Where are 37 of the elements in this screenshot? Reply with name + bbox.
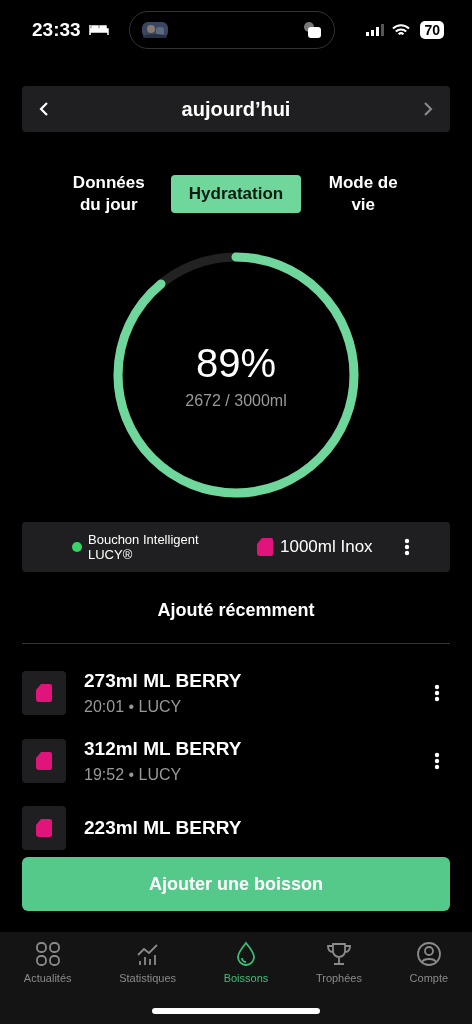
amount-value: 2672 / 3000ml — [185, 391, 287, 410]
grid-icon — [33, 940, 62, 968]
nav-item[interactable]: Statistiques — [119, 940, 176, 984]
drink-title: 312ml ML BERRY — [84, 738, 243, 761]
tv-icon — [301, 21, 322, 39]
bed-icon — [88, 24, 109, 36]
drink-meta: 19:52 • LUCY — [84, 766, 183, 785]
more-icon[interactable] — [434, 752, 440, 771]
more-icon[interactable] — [434, 684, 440, 703]
chevron-left-icon[interactable] — [38, 101, 50, 117]
bottle-name: 1000ml Inox — [280, 537, 373, 558]
drink-meta: 20:01 • LUCY — [84, 698, 183, 717]
percent-value: 89% — [195, 340, 277, 386]
wifi-icon — [392, 23, 411, 37]
trophy-icon — [324, 940, 353, 968]
account-icon — [414, 940, 443, 968]
battery-level: 70 — [420, 21, 444, 39]
device-name: Bouchon Intelligent LUCY® — [88, 531, 200, 563]
nav-item[interactable]: Actualités — [23, 940, 72, 984]
drink-icon — [22, 806, 66, 851]
more-icon[interactable] — [404, 538, 410, 557]
nav-item[interactable]: Boissons — [223, 940, 269, 984]
signal-icon — [366, 24, 385, 36]
chevron-right-icon[interactable] — [422, 101, 434, 117]
drink-icon — [22, 671, 66, 716]
drink-title: 223ml ML BERRY — [84, 817, 243, 840]
nav-item[interactable]: Trophées — [315, 940, 362, 984]
nav-item[interactable]: Compte — [409, 940, 449, 984]
bottle-icon — [256, 537, 274, 558]
tab[interactable]: Données du jour — [64, 168, 153, 221]
date-label: aujourd’hui — [181, 97, 291, 121]
section-title: Ajouté récemment — [156, 600, 316, 622]
status-time: 23:33 — [32, 19, 81, 41]
drink-title: 273ml ML BERRY — [84, 670, 243, 693]
tab[interactable]: Hydratation — [170, 175, 302, 214]
drink-icon — [22, 739, 66, 784]
tab[interactable]: Mode de vie — [319, 168, 408, 221]
